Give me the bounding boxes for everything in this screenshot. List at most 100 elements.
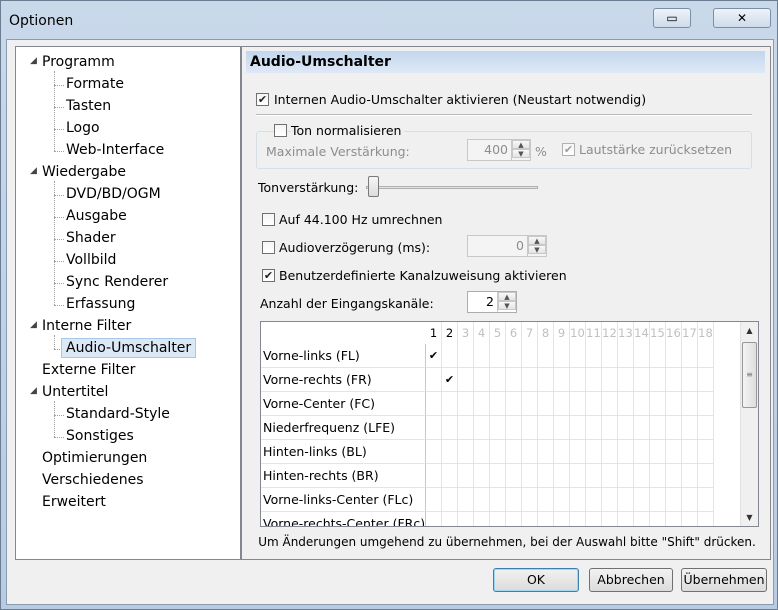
channel-mapping-cell[interactable] — [682, 464, 698, 488]
channel-mapping-cell[interactable] — [538, 512, 554, 526]
channel-mapping-cell[interactable] — [522, 416, 538, 440]
channel-mapping-cell[interactable] — [682, 368, 698, 392]
channel-mapping-cell[interactable] — [602, 368, 618, 392]
tree-item[interactable]: Sonstiges — [66, 427, 134, 445]
channel-mapping-cell[interactable] — [458, 416, 474, 440]
channel-mapping-cell[interactable] — [506, 440, 522, 464]
channel-mapping-cell[interactable] — [666, 512, 682, 526]
channel-mapping-cell[interactable] — [602, 344, 618, 368]
tree-item[interactable]: Erfassung — [66, 295, 135, 313]
channel-mapping-cell[interactable] — [458, 440, 474, 464]
channel-mapping-cell[interactable] — [650, 392, 666, 416]
channel-mapping-cell[interactable] — [506, 464, 522, 488]
channel-mapping-cell[interactable] — [650, 344, 666, 368]
channel-mapping-cell[interactable] — [506, 488, 522, 512]
channel-mapping-cell[interactable]: ✔ — [442, 368, 458, 392]
channel-mapping-cell[interactable] — [666, 392, 682, 416]
spin-up-icon[interactable]: ▲ — [512, 140, 530, 149]
channel-mapping-cell[interactable] — [538, 488, 554, 512]
tree-item[interactable]: Interne Filter — [42, 317, 131, 335]
channel-mapping-cell[interactable] — [650, 440, 666, 464]
channel-mapping-cell[interactable] — [538, 440, 554, 464]
tree-item[interactable]: Externe Filter — [42, 361, 135, 379]
channel-mapping-cell[interactable] — [538, 416, 554, 440]
channel-mapping-cell[interactable] — [682, 440, 698, 464]
channel-mapping-cell[interactable] — [506, 392, 522, 416]
custom-mapping-label[interactable]: Benutzerdefinierte Kanalzuweisung aktivi… — [279, 268, 567, 283]
channel-mapping-cell[interactable] — [474, 368, 490, 392]
apply-button[interactable]: Übernehmen — [681, 568, 767, 592]
channel-mapping-cell[interactable] — [602, 464, 618, 488]
channel-mapping-cell[interactable] — [426, 512, 442, 526]
title-bar[interactable]: Optionen ▭ ✕ — [1, 1, 777, 39]
channel-mapping-cell[interactable] — [426, 488, 442, 512]
boost-slider-track[interactable] — [366, 186, 538, 189]
channel-mapping-cell[interactable] — [522, 392, 538, 416]
channel-mapping-grid[interactable]: ▲ ≡ ▼ 1 2 3 4 5 6 7 8 9 10 11 12 13 14 15 16 17 18 Vorne-l… — [260, 321, 759, 527]
spin-down-icon[interactable]: ▼ — [512, 149, 530, 158]
grid-scrollbar[interactable]: ▲ ≡ ▼ — [740, 322, 758, 526]
channel-mapping-cell[interactable] — [586, 416, 602, 440]
channel-mapping-cell[interactable] — [458, 488, 474, 512]
channel-mapping-cell[interactable] — [474, 440, 490, 464]
enable-switcher-checkbox[interactable]: ✔ — [256, 93, 269, 106]
spin-down-icon[interactable]: ▼ — [528, 245, 546, 254]
channel-mapping-cell[interactable] — [522, 464, 538, 488]
channel-mapping-cell[interactable] — [490, 344, 506, 368]
channel-mapping-cell[interactable] — [490, 416, 506, 440]
delay-spinner[interactable]: 0 ▲ ▼ — [467, 235, 547, 257]
channel-mapping-cell[interactable] — [666, 440, 682, 464]
channel-mapping-cell[interactable] — [698, 344, 714, 368]
channel-mapping-cell[interactable] — [666, 416, 682, 440]
scroll-up-icon[interactable]: ▲ — [741, 322, 758, 339]
spin-up-icon[interactable]: ▲ — [498, 292, 516, 301]
channel-mapping-cell[interactable] — [586, 512, 602, 526]
channel-mapping-cell[interactable] — [538, 392, 554, 416]
channel-mapping-cell[interactable] — [458, 464, 474, 488]
channel-mapping-cell[interactable] — [650, 512, 666, 526]
channel-mapping-cell[interactable] — [426, 464, 442, 488]
channel-mapping-cell[interactable] — [554, 368, 570, 392]
channel-mapping-cell[interactable] — [426, 368, 442, 392]
channel-mapping-cell[interactable] — [634, 488, 650, 512]
channel-mapping-cell[interactable] — [586, 392, 602, 416]
channel-mapping-cell[interactable] — [634, 464, 650, 488]
channel-mapping-cell[interactable] — [698, 368, 714, 392]
channel-mapping-cell[interactable] — [634, 512, 650, 526]
channel-mapping-cell[interactable] — [618, 392, 634, 416]
channel-mapping-cell[interactable] — [698, 416, 714, 440]
tree-item[interactable]: Vollbild — [66, 251, 116, 269]
enable-switcher-label[interactable]: Internen Audio-Umschalter aktivieren (Ne… — [274, 92, 646, 107]
channel-mapping-cell[interactable] — [554, 512, 570, 526]
channel-mapping-cell[interactable] — [570, 512, 586, 526]
channel-mapping-cell[interactable] — [538, 464, 554, 488]
channel-mapping-cell[interactable] — [666, 464, 682, 488]
tree-item[interactable]: Formate — [66, 75, 124, 93]
channel-mapping-cell[interactable] — [586, 344, 602, 368]
options-tree[interactable]: ◢ Programm Formate Tasten Logo Web-Interface ◢… — [15, 46, 241, 560]
channel-mapping-cell[interactable] — [698, 392, 714, 416]
channel-mapping-cell[interactable] — [698, 440, 714, 464]
channel-mapping-cell[interactable] — [650, 416, 666, 440]
channel-mapping-cell[interactable] — [522, 440, 538, 464]
channel-mapping-cell[interactable] — [474, 344, 490, 368]
channel-mapping-cell[interactable] — [442, 464, 458, 488]
channel-mapping-cell[interactable] — [634, 368, 650, 392]
custom-mapping-checkbox[interactable]: ✔ — [262, 269, 275, 282]
channel-mapping-cell[interactable] — [618, 488, 634, 512]
channel-mapping-cell[interactable]: ✔ — [426, 344, 442, 368]
channel-mapping-cell[interactable] — [570, 368, 586, 392]
tree-item[interactable]: Web-Interface — [66, 141, 164, 159]
channel-mapping-cell[interactable] — [634, 416, 650, 440]
scroll-down-icon[interactable]: ▼ — [741, 509, 758, 526]
channel-mapping-cell[interactable] — [522, 512, 538, 526]
resample-label[interactable]: Auf 44.100 Hz umrechnen — [279, 212, 442, 227]
tree-item[interactable]: Standard-Style — [66, 405, 170, 423]
channel-mapping-cell[interactable] — [474, 512, 490, 526]
tree-item[interactable]: DVD/BD/OGM — [66, 185, 161, 203]
channel-mapping-cell[interactable] — [698, 512, 714, 526]
channel-mapping-cell[interactable] — [586, 440, 602, 464]
tree-item[interactable]: Optimierungen — [42, 449, 147, 467]
reset-volume-checkbox[interactable]: ✔ — [562, 143, 575, 156]
channel-mapping-cell[interactable] — [538, 368, 554, 392]
